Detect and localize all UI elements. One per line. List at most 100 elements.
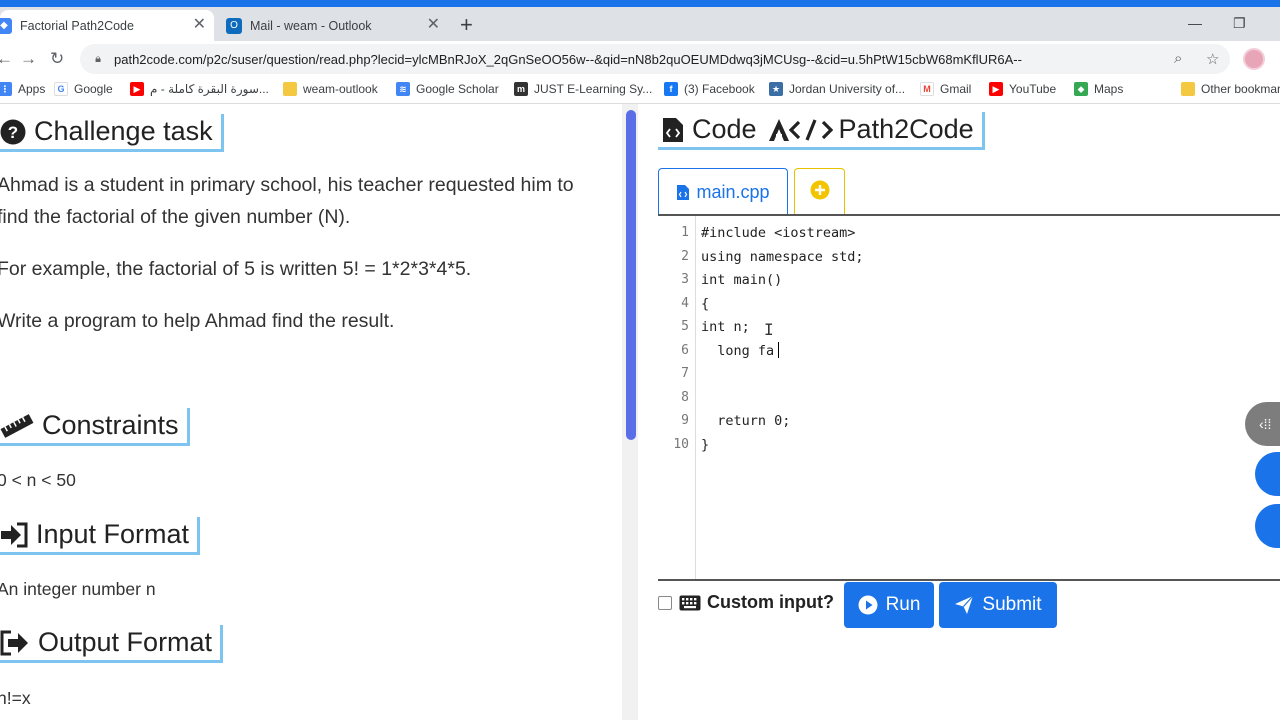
- bookmark-label: Apps: [18, 82, 46, 96]
- reload-icon[interactable]: ↻: [50, 49, 64, 69]
- bookmark-label: YouTube: [1009, 82, 1057, 96]
- code-line[interactable]: return 0;: [701, 413, 790, 429]
- profile-avatar[interactable]: [1243, 48, 1265, 70]
- code-editor[interactable]: 1 2 3 4 5 6 7 8 9 10 #include <iostream>…: [658, 216, 1280, 580]
- code-line[interactable]: int n;: [701, 319, 750, 335]
- bookmark-label: سورة البقرة كاملة - م...: [150, 82, 269, 96]
- bookmark-facebook[interactable]: f (3) Facebook: [664, 82, 755, 96]
- keyboard-icon: [679, 595, 701, 611]
- problem-panel: ? Challenge task Ahmad is a student in p…: [0, 104, 622, 720]
- bookmark-label: Jordan University of...: [789, 82, 906, 96]
- tab-outlook[interactable]: O Mail - weam - Outlook ✕: [226, 10, 448, 41]
- bookmark-label: JUST E-Learning Sy...: [534, 82, 653, 96]
- maximize-icon[interactable]: ❐: [1233, 15, 1246, 32]
- bookmark-star-icon[interactable]: ☆: [1206, 50, 1219, 68]
- line-number: 4: [681, 296, 689, 311]
- line-number: 7: [681, 366, 689, 381]
- submit-button[interactable]: Submit: [939, 582, 1057, 628]
- close-tab-icon[interactable]: ✕: [193, 16, 206, 34]
- bookmarks-bar: ⋮ Apps G Google ▶ سورة البقرة كاملة - م.…: [0, 77, 1280, 103]
- path2code-logo-icon: [767, 117, 833, 143]
- bookmark-label: Other bookmarks: [1201, 82, 1280, 96]
- ruler-icon: [0, 413, 34, 439]
- bookmark-other[interactable]: Other bookmarks: [1181, 82, 1280, 96]
- bookmark-label: Google Scholar: [416, 82, 499, 96]
- bookmark-google[interactable]: G Google: [54, 82, 113, 96]
- bookmark-weam-outlook[interactable]: weam-outlook: [283, 82, 378, 96]
- zoom-icon[interactable]: ⌕: [1174, 50, 1182, 67]
- code-line[interactable]: }: [701, 437, 709, 453]
- output-format-text: n!=x: [0, 688, 31, 708]
- file-tab-label: main.cpp: [696, 181, 770, 202]
- folder-icon: [283, 82, 297, 96]
- forward-icon[interactable]: →: [20, 49, 37, 69]
- scholar-icon: ≋: [396, 82, 410, 96]
- grid-icon: ‹⁞⁞: [1259, 416, 1272, 432]
- editor-bottom-border: [658, 579, 1280, 581]
- text-cursor: [778, 342, 779, 358]
- bookmark-label: Google: [74, 82, 113, 96]
- bookmark-label: (3) Facebook: [684, 82, 755, 96]
- input-format-text: An integer number n: [0, 579, 156, 599]
- bookmark-maps[interactable]: ⬥ Maps: [1074, 82, 1123, 96]
- outlook-favicon-icon: O: [226, 17, 242, 34]
- challenge-paragraph-3: Write a program to help Ahmad find the r…: [0, 310, 395, 332]
- line-number: 10: [673, 437, 689, 452]
- bookmark-gmail[interactable]: M Gmail: [920, 82, 971, 96]
- challenge-paragraph-1: Ahmad is a student in primary school, hi…: [0, 174, 574, 228]
- submit-label: Submit: [982, 594, 1042, 615]
- browser-toolbar: ← → ↻ 🔒︎ path2code.com/p2c/suser/questio…: [0, 41, 1280, 77]
- line-number: 9: [681, 413, 689, 428]
- url-text[interactable]: path2code.com/p2c/suser/question/read.ph…: [114, 52, 1124, 67]
- bookmark-label: Maps: [1094, 82, 1124, 96]
- paper-plane-icon: [954, 595, 974, 615]
- address-bar[interactable]: 🔒︎ path2code.com/p2c/suser/question/read…: [80, 44, 1230, 74]
- line-number: 3: [681, 272, 689, 287]
- bookmark-just-elearning[interactable]: m JUST E-Learning Sy...: [514, 82, 652, 96]
- file-tab-main-cpp[interactable]: main.cpp: [658, 168, 788, 215]
- close-tab-icon[interactable]: ✕: [427, 16, 440, 34]
- sign-out-icon: [0, 630, 30, 656]
- tab-bar: ◆ Factorial Path2Code ✕ O Mail - weam - …: [0, 7, 1280, 41]
- mouse-ibeam-icon: I: [764, 320, 774, 339]
- code-title-prefix: Code: [692, 114, 757, 144]
- code-line[interactable]: using namespace std;: [701, 249, 864, 265]
- code-line[interactable]: long fa: [701, 343, 774, 359]
- code-line[interactable]: int main(): [701, 272, 782, 288]
- new-tab-icon[interactable]: +: [460, 14, 473, 36]
- code-line[interactable]: {: [701, 296, 709, 312]
- add-file-button[interactable]: [794, 168, 845, 215]
- tab-title: Factorial Path2Code: [20, 18, 134, 33]
- bookmark-jordan-university[interactable]: ★ Jordan University of...: [769, 82, 905, 96]
- file-code-icon: [676, 184, 690, 201]
- panel-scrollbar-thumb[interactable]: [626, 110, 636, 440]
- line-number: 8: [681, 390, 689, 405]
- svg-text:?: ?: [8, 123, 18, 142]
- run-button[interactable]: Run: [844, 582, 934, 628]
- bookmark-youtube[interactable]: ▶ YouTube: [989, 82, 1056, 96]
- code-line[interactable]: #include <iostream>: [701, 225, 855, 241]
- input-format-heading: Input Format: [0, 517, 201, 555]
- custom-input-checkbox[interactable]: [658, 595, 672, 610]
- custom-input-label: Custom input?: [707, 592, 834, 612]
- challenge-heading: ? Challenge task: [0, 114, 224, 152]
- sign-in-icon: [0, 522, 28, 548]
- youtube-icon: ▶: [130, 82, 144, 96]
- maps-icon: ⬥: [1074, 82, 1088, 96]
- folder-icon: [1181, 82, 1195, 96]
- back-icon[interactable]: ←: [0, 49, 13, 69]
- bookmark-surah[interactable]: ▶ سورة البقرة كاملة - م...: [130, 82, 269, 96]
- just-icon: m: [514, 82, 528, 96]
- minimize-icon[interactable]: —: [1188, 15, 1202, 31]
- bookmark-google-scholar[interactable]: ≋ Google Scholar: [396, 82, 499, 96]
- facebook-icon: f: [664, 82, 678, 96]
- custom-input-row: Custom input?: [658, 592, 834, 613]
- line-number: 5: [681, 319, 689, 334]
- line-number: 1: [681, 225, 689, 240]
- code-title-brand: Path2Code: [838, 114, 974, 144]
- window-top-strip: [0, 0, 1280, 7]
- plus-circle-icon: [810, 180, 830, 205]
- output-format-heading: Output Format: [0, 625, 224, 663]
- bookmark-apps[interactable]: ⋮ Apps: [0, 82, 45, 96]
- tab-factorial[interactable]: ◆ Factorial Path2Code ✕: [0, 10, 214, 41]
